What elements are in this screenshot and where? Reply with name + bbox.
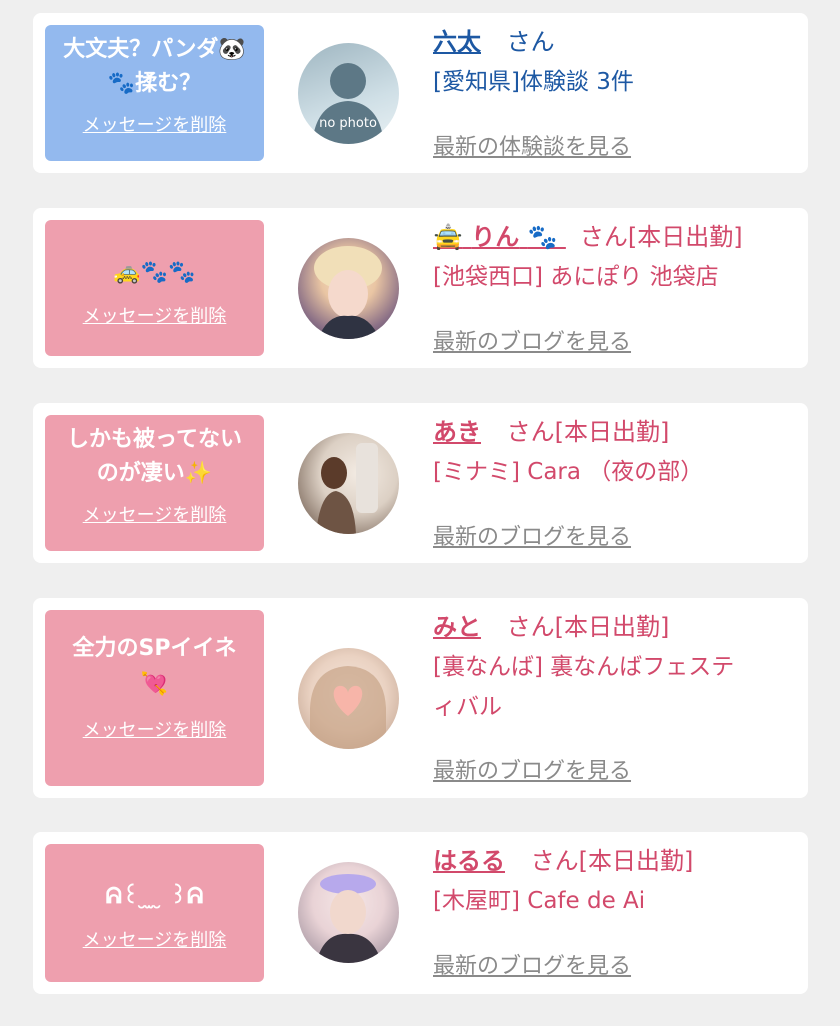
delete-message-link[interactable]: メッセージを削除 <box>45 111 264 137</box>
message-bubble: しかも被ってない のが凄い✨ メッセージを削除 <box>45 415 264 551</box>
message-bubble: 全力のSPイイネ 💘 メッセージを削除 <box>45 610 264 786</box>
name-suffix: さん[本日出勤] <box>579 223 743 251</box>
delete-message-link[interactable]: メッセージを削除 <box>45 302 264 328</box>
member-shop: [池袋西口] あにぽり 池袋店 <box>433 264 719 290</box>
message-card: ᕱ꒰ ̮ ̫ ̮ ꒱ᕱ メッセージを削除 はるる さん[本日出勤] [木屋町] … <box>33 832 808 994</box>
name-suffix: さん[本日出勤] <box>506 613 670 641</box>
profile-photo <box>316 874 382 963</box>
message-text-line2: のが凄い✨ <box>96 461 213 486</box>
member-shop-line2: ィバル <box>433 694 502 720</box>
message-card: 全力のSPイイネ 💘 メッセージを削除 みと さん[本日出勤] [裏なんば] 裏… <box>33 598 808 798</box>
member-name-link[interactable]: はるる <box>433 847 505 875</box>
member-shop: [木屋町] Cafe de Ai <box>433 888 646 914</box>
member-shop-line1: [裏なんば] 裏なんばフェステ <box>433 654 735 680</box>
paw-icon: 🐾 <box>527 223 558 251</box>
name-suffix: さん[本日出勤] <box>506 418 670 446</box>
view-latest-blog-link[interactable]: 最新のブログを見る <box>433 753 631 785</box>
view-latest-link[interactable]: 最新の体験談を見る <box>433 129 631 161</box>
profile-photo <box>310 666 386 749</box>
no-photo-text: no photo <box>319 116 377 131</box>
member-info: 六太 さん [愛知県]体験談 3件 <box>433 27 792 99</box>
message-text-line1: 大文夫？パンダ🐼 <box>63 37 246 62</box>
member-name-link[interactable]: 六太 <box>433 28 481 56</box>
view-latest-blog-link[interactable]: 最新のブログを見る <box>433 948 631 980</box>
message-bubble: ᕱ꒰ ̮ ̫ ̮ ꒱ᕱ メッセージを削除 <box>45 844 264 982</box>
member-name-link[interactable]: あき <box>433 418 481 446</box>
name-suffix: さん <box>506 28 555 56</box>
delete-message-link[interactable]: メッセージを削除 <box>45 501 264 527</box>
view-latest-blog-link[interactable]: 最新のブログを見る <box>433 324 631 356</box>
message-text-line2: 🐾揉む？ <box>107 71 202 96</box>
message-text-line1: しかも被ってない <box>67 427 242 452</box>
message-card: 🚕🐾🐾 メッセージを削除 🚖 りん 🐾 さん[本日出勤] [池袋西口] あにぽり… <box>33 208 808 368</box>
member-name-link[interactable]: 🚖 りん 🐾 <box>433 223 566 251</box>
name-suffix: さん[本日出勤] <box>530 847 694 875</box>
member-name-link[interactable]: みと <box>433 613 481 641</box>
avatar-photo[interactable] <box>298 862 399 963</box>
message-text-line1: 全力のSPイイネ <box>72 636 237 661</box>
delete-message-link[interactable]: メッセージを削除 <box>45 926 264 952</box>
view-latest-blog-link[interactable]: 最新のブログを見る <box>433 519 631 551</box>
member-detail: [愛知県]体験談 3件 <box>433 69 634 95</box>
member-info: あき さん[本日出勤] [ミナミ] Cara （夜の部） <box>433 417 792 489</box>
avatar-photo[interactable] <box>298 433 399 534</box>
avatar-no-photo[interactable]: no photo <box>298 43 399 144</box>
avatar-photo[interactable] <box>298 238 399 339</box>
message-bubble: 🚕🐾🐾 メッセージを削除 <box>45 220 264 356</box>
message-card: しかも被ってない のが凄い✨ メッセージを削除 あき さん[本日出勤] [ミナミ… <box>33 403 808 563</box>
member-info: 🚖 りん 🐾 さん[本日出勤] [池袋西口] あにぽり 池袋店 <box>433 222 792 294</box>
message-text-line1: 🚕🐾🐾 <box>113 260 196 285</box>
message-card: 大文夫？パンダ🐼 🐾揉む？ メッセージを削除 no photo 六太 さん [愛… <box>33 13 808 173</box>
member-info: はるる さん[本日出勤] [木屋町] Cafe de Ai <box>433 846 792 918</box>
person-silhouette-icon: no photo <box>312 63 384 144</box>
member-shop: [ミナミ] Cara （夜の部） <box>433 459 704 485</box>
profile-photo <box>314 246 382 339</box>
member-info: みと さん[本日出勤] [裏なんば] 裏なんばフェステ ィバル <box>433 612 792 724</box>
taxi-icon: 🚖 <box>433 223 463 251</box>
avatar-photo[interactable] <box>298 648 399 749</box>
heart-arrow-icon: 💘 <box>140 672 169 697</box>
profile-photo <box>316 443 378 534</box>
delete-message-link[interactable]: メッセージを削除 <box>45 716 264 742</box>
message-text-line1: ᕱ꒰ ̮ ̫ ̮ ꒱ᕱ <box>105 884 204 909</box>
message-bubble: 大文夫？パンダ🐼 🐾揉む？ メッセージを削除 <box>45 25 264 161</box>
